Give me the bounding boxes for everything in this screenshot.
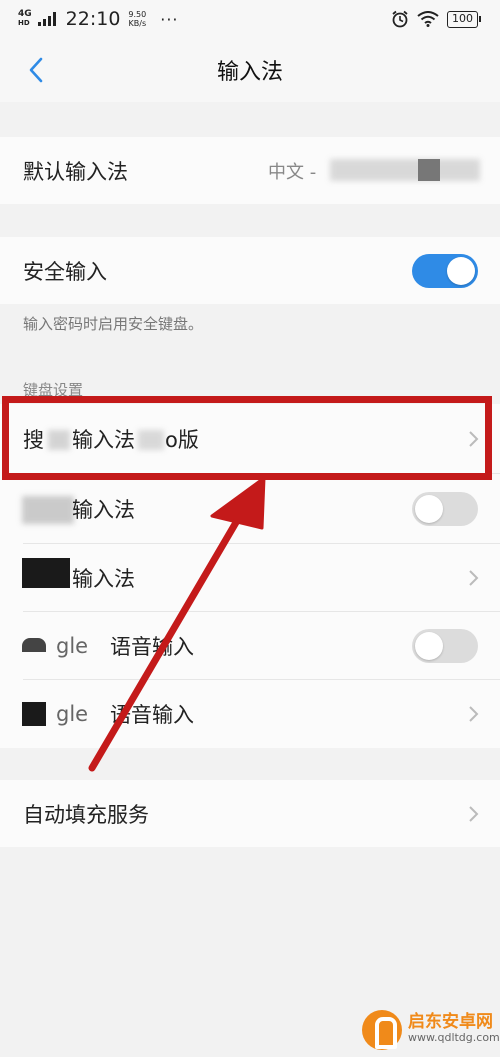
page-title: 输入法 — [216, 60, 283, 85]
keyboard-settings-header: 键盘设置 — [23, 381, 84, 399]
ime-item-prefix: gle — [56, 634, 89, 658]
network-type: 4G — [18, 9, 32, 19]
alarm-icon — [392, 10, 408, 28]
watermark-url: www.qdltdg.com — [408, 1031, 500, 1044]
chevron-right-icon — [469, 706, 479, 722]
default-ime-value: 中文 - — [268, 161, 317, 183]
redacted-block — [418, 159, 440, 181]
autofill-row[interactable]: 自动填充服务 — [0, 780, 500, 847]
ime-item-google-voice-toggle[interactable]: gle 语音输入 — [0, 612, 500, 680]
ime-item-toggle-1[interactable]: 输入法 — [0, 474, 500, 544]
network-speed: 9.50 KB/s — [128, 10, 146, 28]
autofill-label: 自动填充服务 — [23, 802, 149, 827]
watermark: 启东安卓网 www.qdltdg.com — [362, 1010, 500, 1050]
ime-item-prefix: 搜 — [23, 428, 44, 452]
more-notifications-icon: ··· — [160, 9, 179, 29]
ime-item-toggle[interactable] — [412, 629, 478, 663]
redacted-name — [138, 430, 164, 450]
secure-input-toggle[interactable] — [412, 253, 478, 288]
redacted-logo — [22, 638, 46, 652]
ime-item-label: 语音输入 — [110, 703, 194, 727]
watermark-name: 启东安卓网 — [408, 1012, 493, 1032]
back-button[interactable] — [18, 52, 54, 88]
secure-input-hint: 输入密码时启用安全键盘。 — [23, 315, 204, 333]
speed-value: 9.50 — [128, 10, 147, 19]
ime-item-prefix: gle — [56, 702, 89, 726]
secure-input-row[interactable]: 安全输入 — [0, 237, 500, 304]
toggle-knob — [415, 495, 443, 523]
ime-item-label: 输入法 — [72, 498, 135, 522]
redacted-name — [22, 558, 70, 588]
toggle-knob — [447, 256, 475, 285]
redacted-value — [330, 159, 480, 181]
chevron-right-icon — [469, 805, 479, 822]
ime-item-label: 输入法 — [72, 428, 135, 452]
watermark-logo-icon — [362, 1010, 402, 1050]
signal-icon — [37, 12, 56, 26]
wifi-icon — [417, 11, 439, 27]
network-sub: HD — [18, 19, 30, 27]
chevron-right-icon — [469, 431, 479, 447]
toggle-knob — [415, 632, 443, 660]
ime-item-toggle[interactable] — [412, 492, 478, 526]
default-ime-label: 默认输入法 — [23, 159, 128, 184]
redacted-logo — [22, 702, 46, 726]
secure-input-label: 安全输入 — [23, 259, 107, 284]
nav-bar: 输入法 — [0, 38, 500, 102]
speed-unit: KB/s — [128, 19, 147, 28]
ime-item-suffix: o版 — [165, 428, 199, 452]
default-ime-row[interactable]: 默认输入法 中文 - — [0, 137, 500, 204]
ime-item-label: 语音输入 — [110, 635, 194, 659]
default-ime-section: 默认输入法 中文 - — [0, 137, 500, 204]
redacted-name — [22, 496, 74, 524]
network-indicator: 4G HD — [18, 10, 32, 28]
keyboard-settings-list: 搜 输入法 o版 输入法 输入法 gle 语音输入 gle 语音输入 — [0, 404, 500, 748]
redacted-name — [48, 430, 70, 450]
ime-item-google-voice-chevron[interactable]: gle 语音输入 — [0, 680, 500, 748]
ime-item-chevron-2[interactable]: 输入法 — [0, 544, 500, 612]
ime-item-label: 输入法 — [72, 567, 135, 591]
autofill-section: 自动填充服务 — [0, 780, 500, 847]
clock: 22:10 — [65, 8, 121, 30]
ime-item-sogou-pro[interactable]: 搜 输入法 o版 — [0, 404, 500, 474]
secure-input-section: 安全输入 — [0, 237, 500, 304]
status-bar: 4G HD 22:10 9.50 KB/s ··· 100 — [0, 0, 500, 38]
chevron-right-icon — [469, 570, 479, 586]
chevron-left-icon — [29, 57, 43, 83]
battery-indicator: 100 — [447, 10, 481, 28]
